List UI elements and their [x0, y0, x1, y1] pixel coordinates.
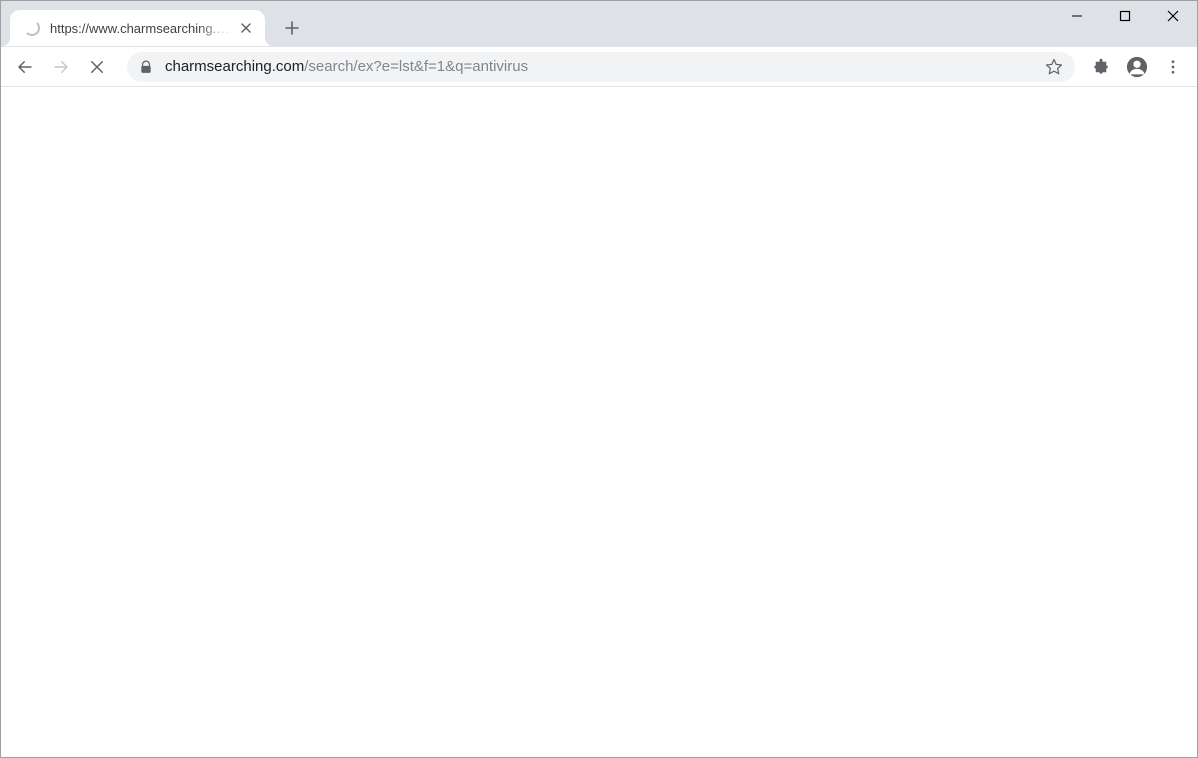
star-icon [1045, 58, 1063, 76]
browser-tab[interactable]: https://www.charmsearching.com [10, 10, 265, 46]
arrow-left-icon [16, 58, 34, 76]
window-minimize-button[interactable] [1053, 1, 1101, 31]
maximize-icon [1119, 10, 1131, 22]
extensions-button[interactable] [1083, 49, 1119, 85]
browser-toolbar: charmsearching.com/search/ex?e=lst&f=1&q… [1, 47, 1197, 87]
tab-close-button[interactable] [237, 19, 255, 37]
window-close-button[interactable] [1149, 1, 1197, 31]
puzzle-piece-icon [1092, 58, 1110, 76]
nav-back-button[interactable] [7, 49, 43, 85]
close-icon [88, 58, 106, 76]
minimize-icon [1071, 10, 1083, 22]
bookmark-button[interactable] [1045, 58, 1063, 76]
new-tab-button[interactable] [277, 13, 307, 43]
plus-icon [285, 21, 299, 35]
nav-stop-button[interactable] [79, 49, 115, 85]
url-host: charmsearching.com [165, 58, 304, 75]
close-icon [241, 23, 251, 33]
page-content [1, 87, 1197, 757]
window-maximize-button[interactable] [1101, 1, 1149, 31]
toolbar-right [1083, 49, 1191, 85]
window-titlebar: https://www.charmsearching.com [1, 1, 1197, 47]
nav-forward-button[interactable] [43, 49, 79, 85]
vertical-dots-icon [1164, 58, 1182, 76]
profile-button[interactable] [1119, 49, 1155, 85]
tab-loading-spinner-icon [24, 20, 40, 36]
arrow-right-icon [52, 58, 70, 76]
user-avatar-icon [1126, 56, 1148, 78]
url-path: /search/ex?e=lst&f=1&q=antivirus [304, 58, 528, 75]
menu-button[interactable] [1155, 49, 1191, 85]
address-bar[interactable]: charmsearching.com/search/ex?e=lst&f=1&q… [127, 52, 1075, 82]
url-text: charmsearching.com/search/ex?e=lst&f=1&q… [165, 58, 1045, 75]
lock-icon[interactable] [139, 60, 153, 74]
window-controls [1053, 1, 1197, 31]
close-icon [1167, 10, 1179, 22]
tab-title: https://www.charmsearching.com [50, 21, 233, 36]
